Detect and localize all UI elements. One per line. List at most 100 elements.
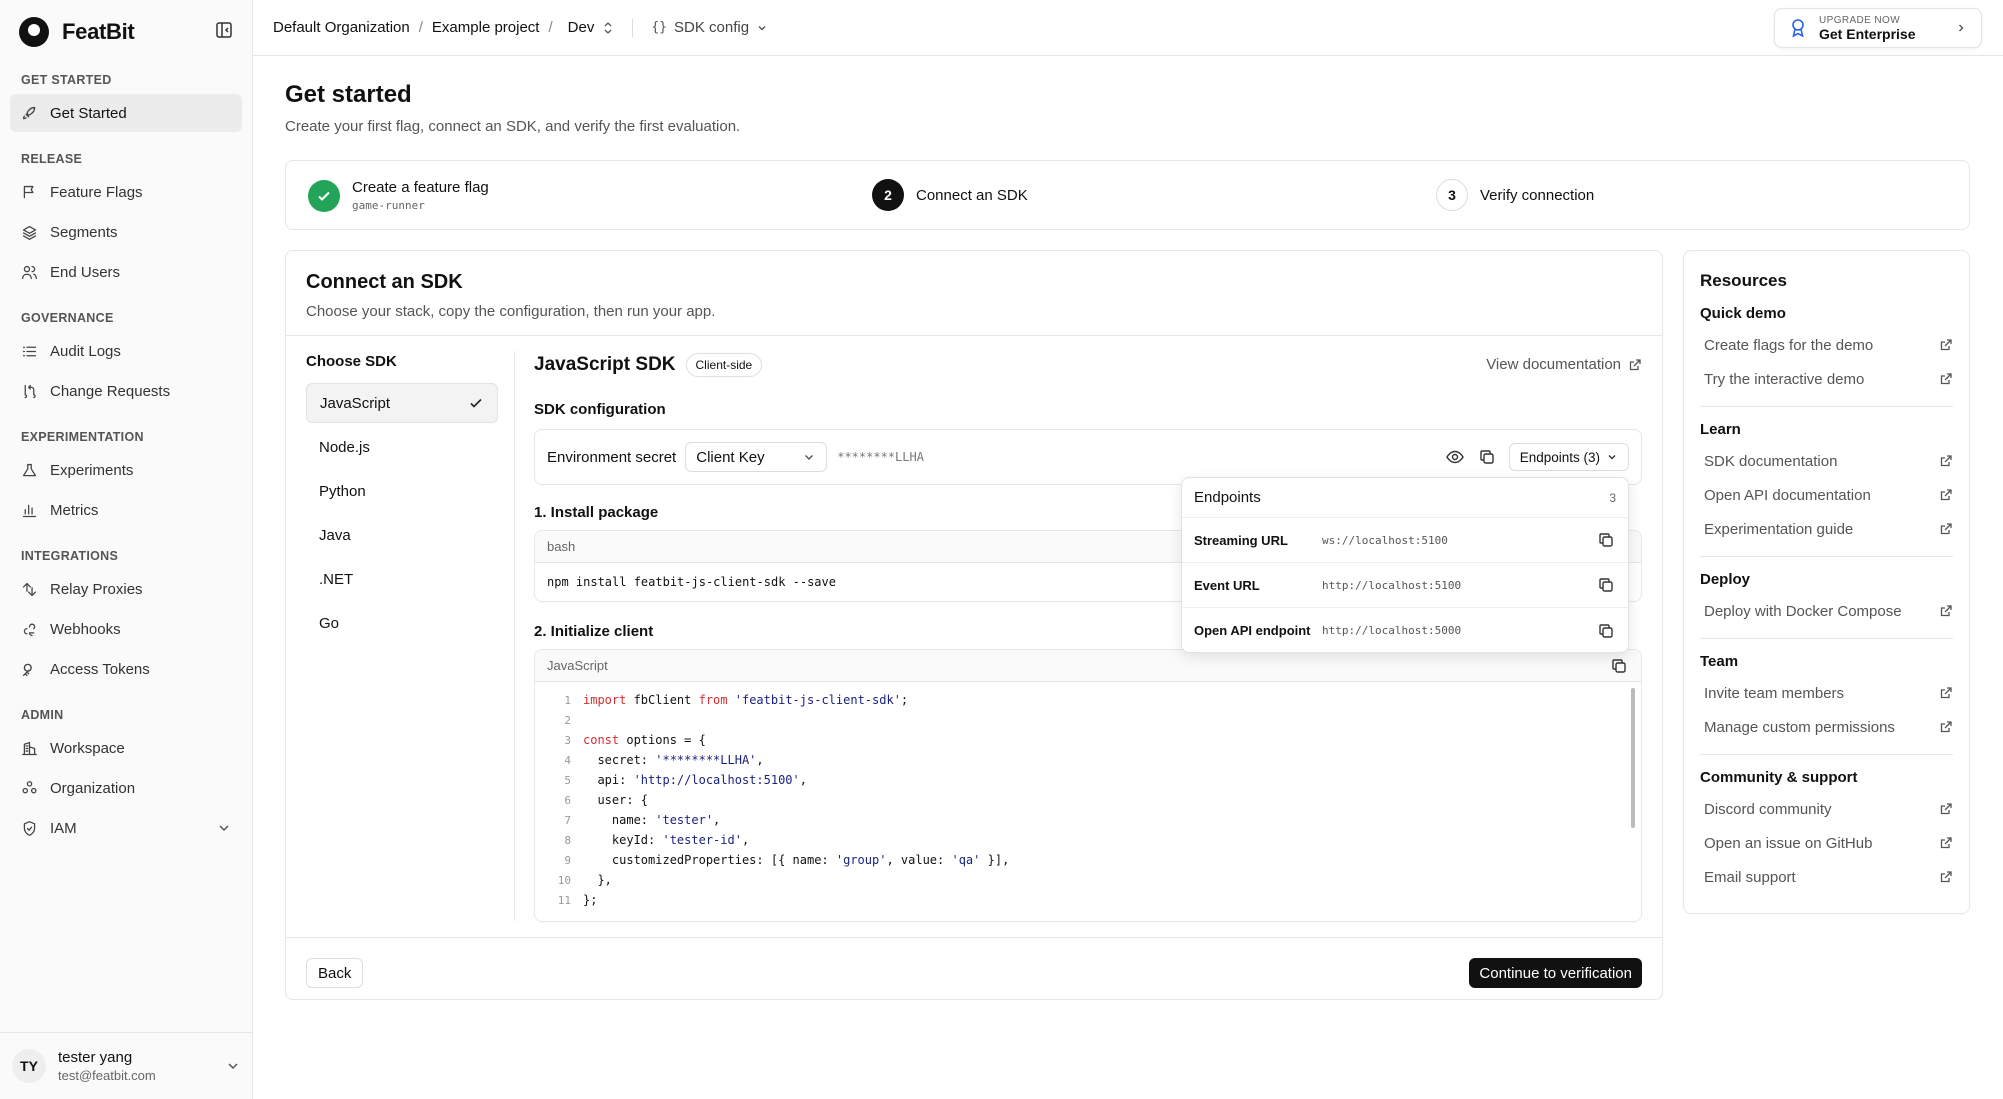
line-number: 9	[564, 853, 571, 867]
breadcrumb-project[interactable]: Example project	[432, 19, 540, 36]
sdk-config-menu[interactable]: {} SDK config	[651, 19, 768, 36]
endpoints-button-label: Endpoints (3)	[1519, 449, 1600, 465]
init-code[interactable]: 1 import fbClient from 'featbit-js-client…	[535, 682, 1641, 918]
sdk-option-java[interactable]: Java	[306, 515, 498, 555]
resource-link[interactable]: SDK documentation	[1700, 444, 1953, 478]
init-code-block: JavaScript 1 import fbClient from 'featbi…	[534, 649, 1642, 922]
sidebar-item-end-users[interactable]: End Users	[10, 253, 242, 291]
resource-link[interactable]: Open an issue on GitHub	[1700, 826, 1953, 860]
endpoint-rows: Streaming URL ws://localhost:5100 Event UR…	[1182, 518, 1628, 653]
resource-link-label: Manage custom permissions	[1704, 718, 1895, 736]
key-type-select[interactable]: Client Key	[685, 442, 828, 472]
breadcrumb-separator: /	[418, 19, 423, 36]
sdk-option-nodejs[interactable]: Node.js	[306, 427, 498, 467]
resources-panel: Resources Quick demo Create flags for the…	[1683, 250, 1970, 914]
sidebar-item-experiments[interactable]: Experiments	[10, 451, 242, 489]
resource-link[interactable]: Manage custom permissions	[1700, 710, 1953, 744]
sdk-option-label: .NET	[319, 570, 354, 588]
resource-link[interactable]: Open API documentation	[1700, 478, 1953, 512]
endpoint-label: Open API endpoint	[1194, 623, 1311, 638]
sidebar-collapse-icon[interactable]	[214, 20, 234, 40]
copy-icon[interactable]	[1596, 530, 1616, 550]
sdk-option-label: Java	[319, 526, 351, 544]
env-switcher[interactable]: Dev	[568, 19, 615, 36]
line-number: 4	[564, 753, 571, 767]
line-number: 8	[564, 833, 571, 847]
resource-group-title: Quick demo	[1700, 305, 1786, 322]
resource-link[interactable]: Create flags for the demo	[1700, 328, 1953, 362]
sidebar-item-webhooks[interactable]: Webhooks	[10, 610, 242, 648]
upgrade-title: Get Enterprise	[1819, 25, 1916, 42]
view-documentation-link[interactable]: View documentation	[1486, 356, 1642, 373]
code-line: 1 import fbClient from 'featbit-js-client…	[547, 690, 1629, 710]
sidebar-item-metrics[interactable]: Metrics	[10, 491, 242, 529]
back-button[interactable]: Back	[306, 958, 364, 988]
endpoints-button[interactable]: Endpoints (3)	[1508, 443, 1629, 471]
line-number: 7	[564, 813, 571, 827]
divider	[1700, 556, 1953, 557]
sidebar-nav: GET STARTED Get Started RELEASE Feature Fla…	[0, 66, 252, 849]
rocket-icon	[22, 106, 36, 119]
resource-link[interactable]: Try the interactive demo	[1700, 362, 1953, 396]
step-verify-connection[interactable]: 3 Verify connection	[1436, 179, 1594, 211]
check-icon	[318, 191, 330, 201]
sidebar-item-organization[interactable]: Organization	[10, 769, 242, 807]
resource-link[interactable]: Experimentation guide	[1700, 512, 1953, 546]
user-menu[interactable]: TY tester yang test@featbit.com	[0, 1032, 252, 1099]
install-heading: 1. Install package	[534, 504, 659, 521]
copy-icon[interactable]	[1596, 621, 1616, 641]
external-link-icon	[1940, 489, 1952, 501]
line-number: 1	[564, 693, 571, 707]
sidebar-item-audit-logs[interactable]: Audit Logs	[10, 332, 242, 370]
copy-icon[interactable]	[1609, 656, 1629, 676]
scrollbar[interactable]	[1631, 688, 1635, 828]
sidebar-item-feature-flags[interactable]: Feature Flags	[10, 173, 242, 211]
resource-group-title: Community & support	[1700, 769, 1858, 786]
layers-icon	[22, 225, 37, 240]
resource-link[interactable]: Email support	[1700, 860, 1953, 894]
sidebar-item-change-requests[interactable]: Change Requests	[10, 372, 242, 410]
sidebar-item-segments[interactable]: Segments	[10, 213, 242, 251]
user-name: tester yang	[58, 1049, 133, 1066]
sdk-option-go[interactable]: Go	[306, 603, 498, 643]
step-create-flag[interactable]: Create a feature flag game-runner	[308, 179, 489, 212]
sidebar-item-iam[interactable]: IAM	[10, 809, 242, 847]
resource-link-label: Open an issue on GitHub	[1704, 834, 1873, 852]
code-token: 'tester'	[655, 813, 714, 827]
resource-link[interactable]: Discord community	[1700, 792, 1953, 826]
code-token: ,	[799, 773, 807, 787]
copy-icon[interactable]	[1596, 575, 1616, 595]
endpoint-url: http://localhost:5100	[1322, 578, 1462, 592]
sidebar-item-relay-proxies[interactable]: Relay Proxies	[10, 570, 242, 608]
app-logo[interactable]: FeatBit	[16, 14, 135, 50]
endpoint-count: 3	[1609, 490, 1616, 505]
continue-button[interactable]: Continue to verification	[1469, 958, 1642, 988]
resource-link-label: SDK documentation	[1704, 452, 1838, 470]
code-token: const	[583, 733, 620, 747]
endpoint-url: http://localhost:5000	[1322, 624, 1462, 637]
sidebar-item-access-tokens[interactable]: Access Tokens	[10, 650, 242, 688]
breadcrumb-org[interactable]: Default Organization	[273, 19, 410, 36]
sdk-option-javascript[interactable]: JavaScript	[306, 383, 498, 423]
resource-link-label: Email support	[1704, 868, 1796, 886]
sdk-option-net[interactable]: .NET	[306, 559, 498, 599]
line-number: 10	[557, 873, 571, 887]
eye-icon[interactable]	[1445, 447, 1465, 467]
sidebar-item-label: Webhooks	[50, 620, 121, 638]
copy-icon[interactable]	[1477, 447, 1497, 467]
code-token: user: {	[583, 793, 649, 807]
chevrons-up-down-icon	[604, 21, 612, 34]
sidebar-item-get-started[interactable]: Get Started	[10, 94, 242, 132]
line-number: 6	[564, 793, 571, 807]
upgrade-button[interactable]: UPGRADE NOW Get Enterprise	[1774, 8, 1982, 48]
line-number: 2	[564, 713, 571, 727]
step-connect-sdk[interactable]: 2 Connect an SDK	[872, 179, 1028, 211]
code-token: import	[583, 693, 627, 707]
sidebar-item-workspace[interactable]: Workspace	[10, 729, 242, 767]
divider	[632, 18, 634, 37]
resource-link[interactable]: Deploy with Docker Compose	[1700, 594, 1953, 628]
nav-section-title: GOVERNANCE	[21, 311, 114, 325]
resource-link[interactable]: Invite team members	[1700, 676, 1953, 710]
sdk-option-python[interactable]: Python	[306, 471, 498, 511]
